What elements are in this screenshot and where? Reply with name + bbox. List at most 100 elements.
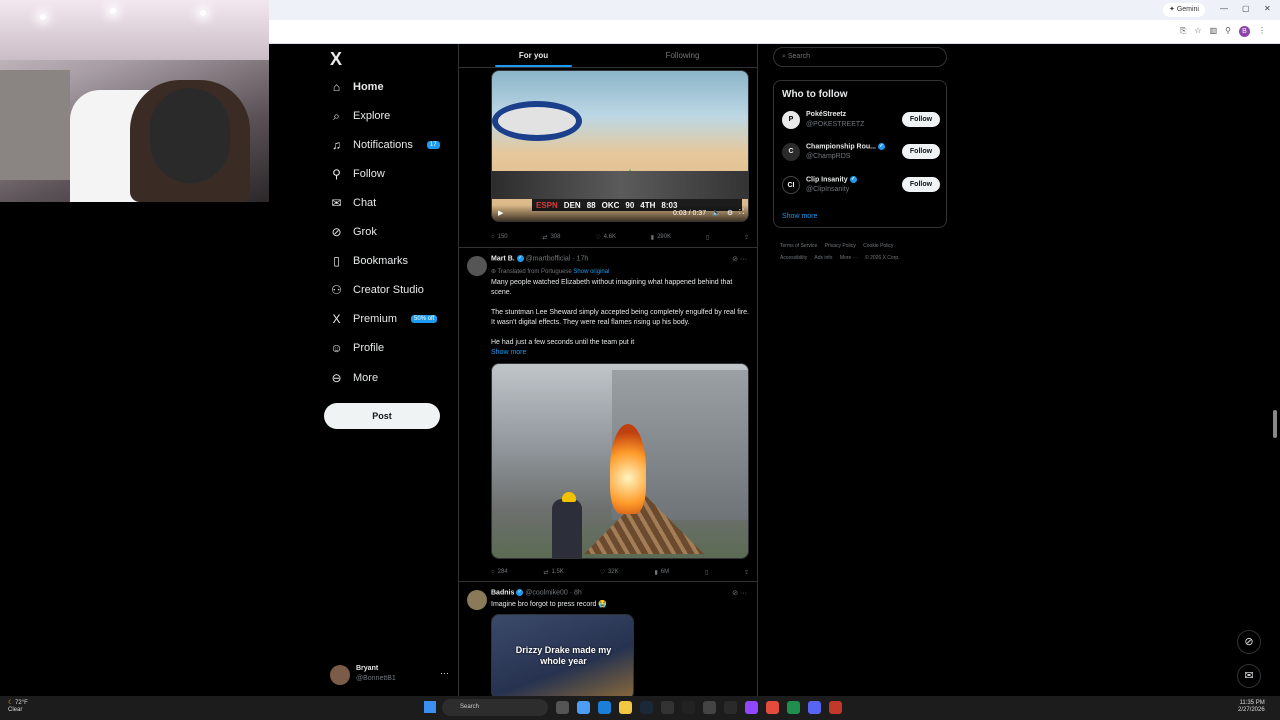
- court-logo: [492, 101, 582, 141]
- bookmark-button[interactable]: ▯: [705, 566, 708, 578]
- close-icon[interactable]: ✕: [1264, 4, 1271, 13]
- gemini-button[interactable]: ✦ Gemini: [1163, 3, 1205, 17]
- system-clock[interactable]: 11:35 PM 2/27/2026: [1238, 700, 1265, 714]
- legal-link[interactable]: Terms of Service: [780, 243, 817, 249]
- author-handle[interactable]: @martbofficial: [526, 255, 571, 262]
- author-handle[interactable]: @coolmike00: [525, 589, 568, 596]
- weather-widget[interactable]: ☾ 72°F Clear: [8, 700, 28, 714]
- like-button[interactable]: ♡ 4.6K: [595, 231, 616, 243]
- bookmark-icon: ▯: [704, 569, 709, 576]
- grok-icon[interactable]: ⊘: [732, 256, 738, 263]
- views-button[interactable]: ▮ 6M: [654, 566, 669, 578]
- nav-item-home[interactable]: ⌂ Home: [330, 76, 384, 98]
- show-more-link[interactable]: Show more: [782, 213, 817, 220]
- show-more-link[interactable]: Show more: [491, 348, 749, 358]
- app-icon[interactable]: [682, 701, 695, 714]
- edge-icon[interactable]: [598, 701, 611, 714]
- nav-item-bookmarks[interactable]: ▯ Bookmarks: [330, 250, 408, 272]
- post-button[interactable]: Post: [324, 403, 440, 429]
- follow-suggestion[interactable]: P PokéStreetz @POKESTREETZ Follow: [782, 109, 942, 133]
- app-icon[interactable]: [787, 701, 800, 714]
- settings-icon[interactable]: ⚙: [727, 209, 733, 217]
- tab-for-you[interactable]: For you: [459, 44, 608, 67]
- repost-button[interactable]: ⇄ 308: [542, 231, 560, 243]
- reply-button[interactable]: ○ 284: [491, 566, 508, 578]
- more-dots-icon[interactable]: ···: [740, 256, 747, 263]
- legal-link[interactable]: Accessibility: [780, 255, 807, 261]
- windows-start-icon[interactable]: [424, 701, 436, 713]
- nav-item-creator-studio[interactable]: ⚇ Creator Studio: [330, 279, 424, 301]
- install-icon[interactable]: ⎘: [1180, 26, 1186, 37]
- legal-link[interactable]: Ads info: [814, 255, 832, 261]
- account-name: Bryant: [356, 665, 379, 672]
- repost-button[interactable]: ⇄ 1.5K: [543, 566, 563, 578]
- author-name[interactable]: Mart B.: [491, 255, 515, 262]
- play-icon[interactable]: ▶: [498, 209, 503, 217]
- nav-item-follow[interactable]: ⚲ Follow: [330, 163, 385, 185]
- share-button[interactable]: ⇪: [744, 566, 749, 578]
- twitch-icon[interactable]: [745, 701, 758, 714]
- x-logo[interactable]: X: [330, 49, 342, 70]
- tweet[interactable]: Badnis ✓ @coolmike00 · 8h ⊘ ··· Imagine …: [459, 581, 757, 696]
- tweet-time[interactable]: · 8h: [570, 589, 582, 596]
- grok-float-icon[interactable]: ⊘: [1237, 630, 1261, 654]
- avatar[interactable]: [467, 590, 487, 610]
- extensions-icon[interactable]: ⚲: [1225, 26, 1231, 37]
- nav-item-premium[interactable]: X Premium 50% off: [330, 308, 438, 330]
- nav-item-profile[interactable]: ☺ Profile: [330, 337, 384, 359]
- fullscreen-icon[interactable]: ⛶: [739, 209, 744, 217]
- follow-button[interactable]: Follow: [902, 144, 940, 159]
- file-explorer-icon[interactable]: [619, 701, 632, 714]
- steam-icon[interactable]: [640, 701, 653, 714]
- app-icon[interactable]: [703, 701, 716, 714]
- follow-button[interactable]: Follow: [902, 177, 940, 192]
- views-button[interactable]: ▮ 290K: [651, 231, 671, 243]
- copilot-icon[interactable]: [577, 701, 590, 714]
- legal-link[interactable]: Cookie Policy: [863, 243, 893, 249]
- tab-following[interactable]: Following: [608, 44, 757, 67]
- messages-float-icon[interactable]: ✉: [1237, 664, 1261, 688]
- legal-link[interactable]: Privacy Policy: [825, 243, 856, 249]
- tweet[interactable]: Mart B. ✓ @martbofficial · 17h ⊘ ··· ⊛ T…: [459, 247, 757, 580]
- drake-video[interactable]: Drizzy Drake made my whole year: [491, 614, 634, 696]
- follow-button[interactable]: Follow: [902, 112, 940, 127]
- search-input[interactable]: ⌕ Search: [773, 47, 947, 67]
- nav-item-chat[interactable]: ✉ Chat: [330, 192, 376, 214]
- task-view-icon[interactable]: [556, 701, 569, 714]
- share-button[interactable]: ⇪: [744, 231, 749, 243]
- tweet-time[interactable]: · 17h: [572, 255, 588, 262]
- scrollbar[interactable]: [1273, 410, 1277, 438]
- taskbar-search[interactable]: Search: [442, 699, 548, 716]
- star-icon[interactable]: ☆: [1194, 26, 1201, 37]
- bookmark-button[interactable]: ▯: [706, 231, 709, 243]
- app-icon[interactable]: [829, 701, 842, 714]
- app-icon[interactable]: [724, 701, 737, 714]
- more-dots-icon[interactable]: ···: [740, 590, 747, 597]
- volume-icon[interactable]: 🔈: [712, 209, 721, 217]
- fire-video[interactable]: [491, 363, 749, 559]
- more-dots-icon[interactable]: ···: [440, 668, 449, 678]
- sidebar-toggle-icon[interactable]: ▥: [1210, 26, 1218, 37]
- profile-avatar[interactable]: B: [1239, 26, 1250, 37]
- nav-item-more[interactable]: ⊖ More: [330, 367, 378, 389]
- reply-button[interactable]: ○ 150: [491, 231, 508, 243]
- discord-icon[interactable]: [808, 701, 821, 714]
- nav-item-notifications[interactable]: ♫ Notifications 17: [330, 134, 440, 156]
- nav-item-explore[interactable]: ⌕ Explore: [330, 105, 390, 127]
- like-button[interactable]: ♡ 32K: [600, 566, 619, 578]
- menu-icon[interactable]: ⋮: [1258, 26, 1266, 37]
- avatar[interactable]: [467, 256, 487, 276]
- maximize-icon[interactable]: ▢: [1242, 4, 1250, 13]
- follow-suggestion[interactable]: CI Clip Insanity ✓ @ClipInsanity Follow: [782, 174, 942, 198]
- author-name[interactable]: Badnis: [491, 589, 514, 596]
- epic-games-icon[interactable]: [661, 701, 674, 714]
- chrome-icon[interactable]: [766, 701, 779, 714]
- account-switcher[interactable]: Bryant @BonnettB1 ···: [330, 663, 450, 687]
- show-original-link[interactable]: Show original: [573, 269, 609, 275]
- follow-suggestion[interactable]: C Championship Rou... ✓ @ChampRDS Follow: [782, 141, 942, 165]
- minimize-icon[interactable]: —: [1220, 4, 1228, 13]
- grok-icon[interactable]: ⊘: [732, 590, 738, 597]
- nav-item-grok[interactable]: ⊘ Grok: [330, 221, 376, 243]
- legal-link[interactable]: More ···: [840, 255, 858, 261]
- basketball-video[interactable]: paycom center ESPN DEN 88 OKC 90 4TH 8:0…: [491, 70, 749, 222]
